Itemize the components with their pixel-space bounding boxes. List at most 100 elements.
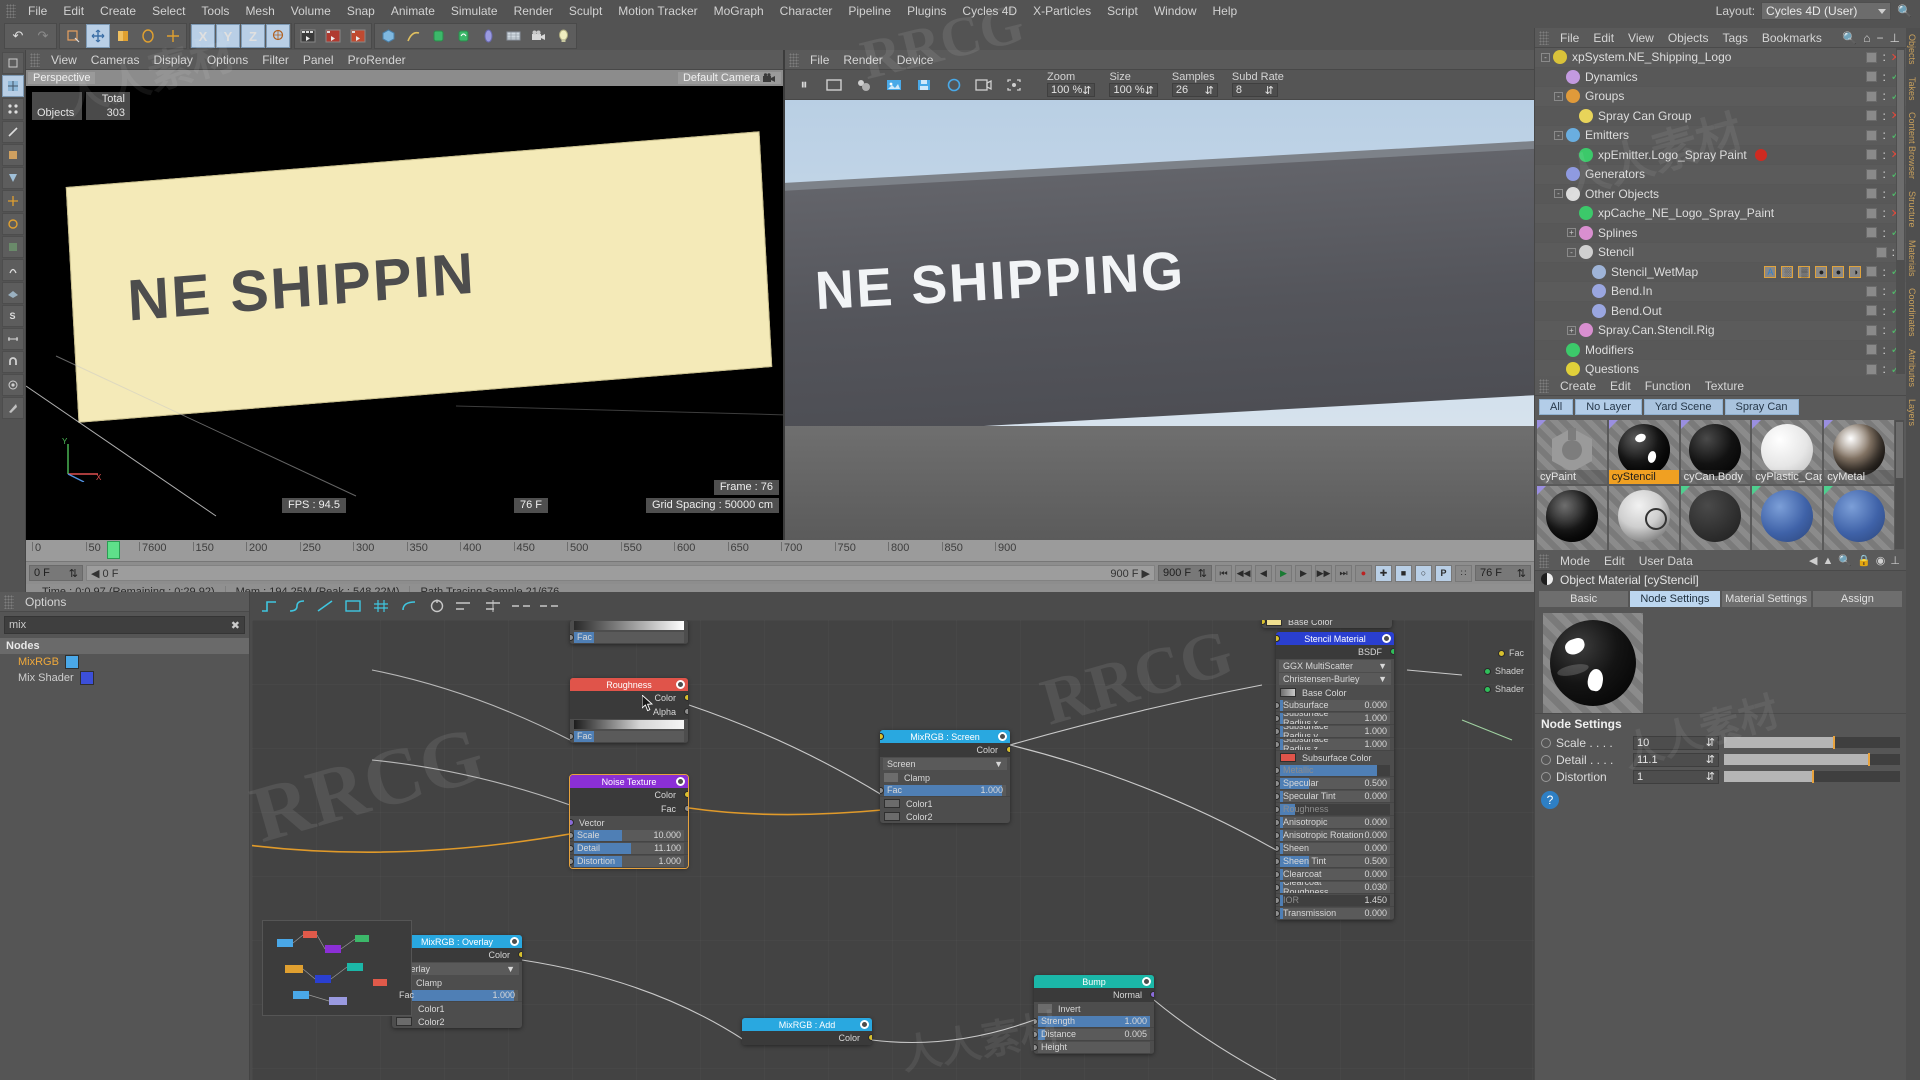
node-param-row[interactable]: Transmission 0.000 [1276,907,1394,920]
menu-item-sculpt[interactable]: Sculpt [561,2,610,20]
node-plug[interactable] [684,805,688,812]
tag-icon-4[interactable]: ● [1832,265,1845,278]
material-layer-yard-scene[interactable]: Yard Scene [1643,399,1723,415]
render-view[interactable]: File Render Device ⏸ Zoom 100 % ⇵ Size 1… [783,50,1534,540]
node-list-item[interactable]: MixRGB [0,654,249,670]
expander-icon[interactable]: - [1554,91,1563,101]
spline-pen-icon[interactable] [401,24,425,48]
node-checkbox-row[interactable]: Invert [1034,1002,1154,1015]
environment-icon[interactable] [501,24,525,48]
frame-nodes-icon[interactable] [342,596,364,616]
attr-tab-assign[interactable]: Assign [1812,591,1902,607]
object-row[interactable]: Bend.Out:✓ [1535,301,1906,321]
viewport-camera-label[interactable]: Default Camera [677,72,782,84]
node-output-plug[interactable] [1382,634,1391,643]
node-param-field[interactable]: Subsurface Radius.y 1.000 [1280,725,1390,737]
options-menu-label[interactable]: Options [18,594,73,610]
attr-forward-icon[interactable]: ▲ [1823,555,1834,567]
range-end-field[interactable]: 900 F ⇅ [1158,565,1212,581]
object-row[interactable]: +Spray.Can.Stencil.Rig:✓ [1535,321,1906,341]
object-row[interactable]: Bend.In:✓ [1535,282,1906,302]
viewport-gripper[interactable] [30,52,40,67]
node-param-field[interactable]: Clearcoat Roughness 0.030 [1280,881,1390,893]
timeline-range-bar[interactable]: ◀ 0 F 900 F ▶ [86,565,1155,581]
menu-item-animate[interactable]: Animate [383,2,443,20]
tool-enable-icon[interactable] [1,213,24,235]
object-tree[interactable]: -xpSystem.NE_Shipping_Logo:✕Dynamics:✓-G… [1535,48,1906,376]
tag-icon-2[interactable]: ▒ [1798,265,1811,278]
node-color-slot[interactable]: Color2 [880,733,1010,823]
node-param-row[interactable]: Fac [570,730,688,743]
node-param-field[interactable]: Sheen 0.000 [1280,842,1390,854]
matmgr-menu-item-texture[interactable]: Texture [1698,378,1751,394]
tool-polygons-icon[interactable] [1,144,24,166]
material-cell[interactable]: cyMetal [1824,420,1894,484]
node-color-slot[interactable]: Base Color [1262,620,1392,628]
menu-item-cycles-4d[interactable]: Cycles 4D [954,2,1025,20]
next-key-icon[interactable]: ▶▶ [1315,564,1332,582]
node-param-row[interactable]: Specular 0.500 [1276,777,1394,790]
render-field-value[interactable]: 100 % ⇵ [1109,83,1158,97]
next-frame-icon[interactable]: ▶ [1295,564,1312,582]
menu-item-plugins[interactable]: Plugins [899,2,954,20]
node-color-swatch[interactable] [1280,753,1296,762]
node-param-field[interactable]: Subsurface 0.000 [1280,699,1390,711]
right-tab-coordinates[interactable]: Coordinates [1906,282,1918,343]
node-param-field[interactable]: Roughness [1280,803,1390,815]
node-param-field[interactable]: IOR 1.450 [1280,894,1390,906]
tool-lock-icon[interactable]: S [1,305,24,327]
node-plug[interactable] [684,791,688,798]
render-field-value[interactable]: 8 ⇵ [1231,83,1278,97]
material-layer-all[interactable]: All [1539,399,1574,415]
tool-snap-icon[interactable] [1,259,24,281]
node-param-field[interactable]: Fac 1.000 [396,989,518,1001]
options-gripper[interactable] [4,594,14,609]
menu-item-x-particles[interactable]: X-Particles [1025,2,1099,20]
visibility-tag[interactable] [1866,363,1878,375]
object-row[interactable]: -Emitters:✓ [1535,126,1906,146]
object-row[interactable]: Modifiers:✓ [1535,340,1906,360]
node-output-plug[interactable] [676,680,685,689]
clear-search-icon[interactable]: ✖ [231,619,240,632]
node-plug[interactable] [1150,991,1154,998]
menu-item-snap[interactable]: Snap [339,2,383,20]
right-tab-structure[interactable]: Structure [1906,185,1918,234]
attribute-gripper[interactable] [1539,553,1549,568]
open-image-icon[interactable] [881,73,907,97]
expander-icon[interactable]: + [1567,325,1576,335]
om-minimize-icon[interactable]: − [1877,31,1884,45]
param-radio-icon[interactable] [1541,771,1551,782]
timeline[interactable]: 0 50 7600 150 200 250 300 350 400 450 500 550 600 650… [26,540,1534,600]
node-output-plug[interactable] [1142,977,1151,986]
attr-menu-item-mode[interactable]: Mode [1553,553,1597,569]
node-plug[interactable] [1497,649,1505,657]
attr-menu-item-user-data[interactable]: User Data [1632,553,1700,569]
align-left-icon[interactable] [454,596,476,616]
prev-key-icon[interactable]: ◀◀ [1235,564,1252,582]
node-param-row[interactable]: Clearcoat Roughness 0.030 [1276,881,1394,894]
node-header[interactable]: Noise Texture [570,775,688,788]
render-settings-icon[interactable] [346,24,370,48]
objmgr-menu-item-tags[interactable]: Tags [1716,30,1755,46]
node-output-plug[interactable] [510,937,519,946]
node-color-swatch[interactable] [884,812,900,821]
node-param-field[interactable]: Detail 11.100 [574,842,684,854]
tool-edges-icon[interactable] [1,121,24,143]
node-color-slot[interactable]: Color1 [880,733,1010,810]
object-row[interactable]: Dynamics:✓ [1535,67,1906,87]
generator-icon[interactable] [426,24,450,48]
om-collapse-icon[interactable]: ⊥ [1890,31,1900,45]
object-row[interactable]: xpEmitter.Logo_Spray Paint:✕ [1535,145,1906,165]
tag-icon-5[interactable]: ◑ [1849,265,1862,278]
slider-knob[interactable] [1812,770,1814,783]
menu-item-create[interactable]: Create [92,2,144,20]
node-param-row[interactable]: Metallic [1276,764,1394,777]
node-plug[interactable] [518,951,522,958]
material-cell[interactable]: cyStencil [1608,420,1679,484]
objmgr-menu-item-file[interactable]: File [1553,30,1586,46]
attr-lock-icon[interactable]: 🔒 [1857,554,1871,567]
node-checkbox[interactable] [1038,1004,1052,1013]
node-header[interactable]: Stencil Material [1276,632,1394,645]
tool-brush-icon[interactable] [1,374,24,396]
param-slider[interactable] [1724,770,1900,783]
